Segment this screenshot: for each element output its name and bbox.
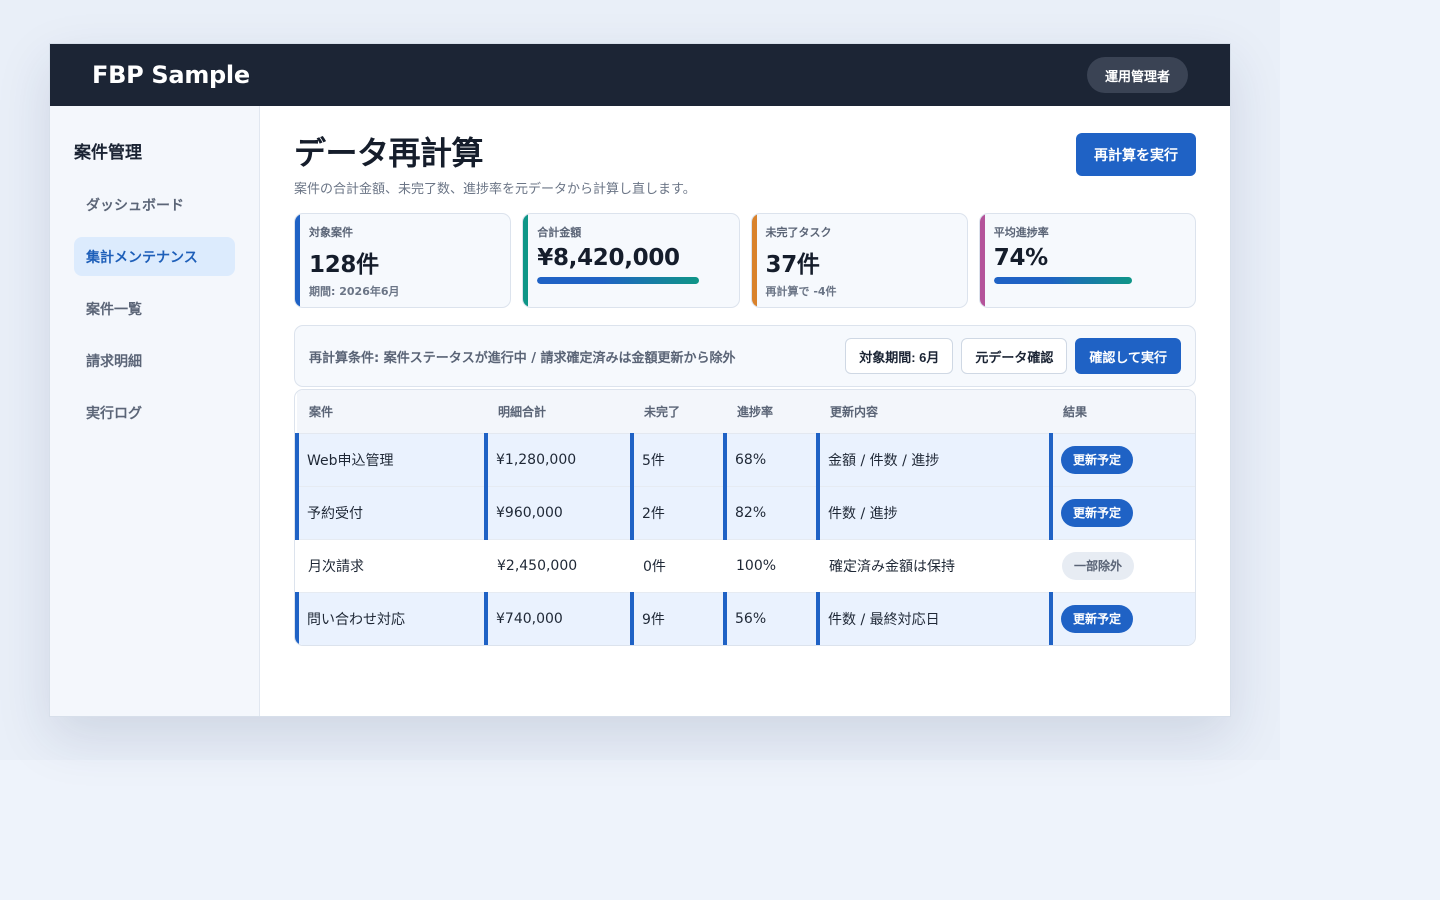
stat-value: 128件 — [309, 252, 379, 278]
stat-note: 期間: 2026年6月 — [309, 285, 400, 298]
result-cell: 更新予定 — [1049, 592, 1195, 645]
table-header-row: 案件 明細合計 未完了 進捗率 更新内容 結果 — [297, 390, 1195, 434]
stat-value: 37件 — [765, 252, 820, 278]
progress-fill — [537, 277, 699, 284]
recalculation-conditions: 再計算条件: 案件ステータスが進行中 / 請求確定済みは金額更新から除外 対象期… — [294, 325, 1196, 387]
progress-cell: 56% — [723, 592, 818, 645]
column-header-project: 案件 — [297, 390, 486, 434]
confirm-and-run-button[interactable]: 確認して実行 — [1075, 338, 1181, 374]
stat-value: 74% — [993, 245, 1048, 271]
sidebar-item-aggregation-maintenance[interactable]: 集計メンテナンス — [74, 237, 235, 276]
stat-accent — [751, 214, 757, 307]
table-row[interactable]: Web申込管理 ¥1,280,000 5件 68% 金額 / 件数 / 進捗 更… — [295, 433, 1195, 487]
sidebar-item-project-list[interactable]: 案件一覧 — [74, 289, 235, 328]
top-bar: FBP Sample 運用管理者 — [50, 44, 1230, 106]
stats-row: 対象案件 128件 期間: 2026年6月 合計金額 ¥8,420,000 未完… — [294, 213, 1196, 308]
stat-label: 対象案件 — [309, 226, 353, 239]
stat-value: ¥8,420,000 — [537, 245, 680, 271]
sidebar: 案件管理 ダッシュボード 集計メンテナンス 案件一覧 請求明細 実行ログ — [50, 106, 260, 716]
incomplete-cell: 9件 — [630, 592, 725, 645]
detail-total-cell: ¥1,280,000 — [484, 433, 632, 487]
status-badge: 更新予定 — [1061, 604, 1134, 633]
column-header-result: 結果 — [1051, 390, 1195, 434]
incomplete-cell: 0件 — [632, 539, 725, 593]
progress-cell: 82% — [723, 486, 818, 540]
update-content-cell: 件数 / 進捗 — [816, 486, 1051, 540]
progress-fill — [993, 277, 1133, 284]
result-cell: 一部除外 — [1051, 539, 1195, 593]
sidebar-item-dashboard[interactable]: ダッシュボード — [74, 185, 235, 224]
stat-card-target-projects: 対象案件 128件 期間: 2026年6月 — [294, 213, 512, 308]
update-content-cell: 確定済み金額は保持 — [818, 539, 1051, 593]
main-content: データ再計算 案件の合計金額、未完了数、進捗率を元データから計算し直します。 再… — [260, 106, 1230, 716]
detail-total-cell: ¥960,000 — [484, 486, 632, 540]
stat-accent — [523, 214, 529, 307]
stat-card-total-amount: 合計金額 ¥8,420,000 — [522, 213, 740, 308]
column-header-detail-total: 明細合計 — [486, 390, 632, 434]
progress-bar — [537, 277, 738, 284]
progress-bar — [993, 277, 1195, 284]
page-title: データ再計算 — [294, 134, 484, 172]
column-header-update-content: 更新内容 — [818, 390, 1051, 434]
incomplete-cell: 5件 — [630, 433, 725, 487]
project-name-cell: 予約受付 — [295, 486, 486, 540]
status-badge: 一部除外 — [1062, 551, 1135, 580]
recalculation-table: 案件 明細合計 未完了 進捗率 更新内容 結果 Web申込管理 ¥1,280,0… — [294, 389, 1196, 646]
detail-total-cell: ¥740,000 — [484, 592, 632, 645]
progress-cell: 68% — [723, 433, 818, 487]
stat-card-average-progress: 平均進捗率 74% — [978, 213, 1196, 308]
page-subtitle: 案件の合計金額、未完了数、進捗率を元データから計算し直します。 — [294, 182, 696, 197]
stat-label: 未完了タスク — [765, 226, 832, 239]
stat-label: 合計金額 — [537, 226, 582, 239]
run-recalculation-button[interactable]: 再計算を実行 — [1076, 133, 1196, 176]
table-row[interactable]: 予約受付 ¥960,000 2件 82% 件数 / 進捗 更新予定 — [295, 486, 1195, 540]
incomplete-cell: 2件 — [630, 486, 725, 540]
source-data-check-button[interactable]: 元データ確認 — [961, 338, 1068, 374]
stat-accent — [295, 214, 300, 307]
project-name-cell: 月次請求 — [297, 539, 486, 593]
result-cell: 更新予定 — [1049, 433, 1195, 487]
stat-accent — [979, 214, 985, 307]
target-period-button[interactable]: 対象期間: 6月 — [845, 338, 954, 374]
progress-cell: 100% — [725, 539, 818, 593]
table-row[interactable]: 問い合わせ対応 ¥740,000 9件 56% 件数 / 最終対応日 更新予定 — [295, 592, 1195, 645]
detail-total-cell: ¥2,450,000 — [486, 539, 632, 593]
column-header-incomplete: 未完了 — [632, 390, 725, 434]
status-badge: 更新予定 — [1061, 498, 1134, 527]
result-cell: 更新予定 — [1049, 486, 1195, 540]
stat-card-open-tasks: 未完了タスク 37件 再計算で -4件 — [750, 213, 968, 308]
conditions-text: 再計算条件: 案件ステータスが進行中 / 請求確定済みは金額更新から除外 — [309, 350, 736, 366]
sidebar-item-execution-log[interactable]: 実行ログ — [74, 393, 235, 432]
sidebar-item-billing-details[interactable]: 請求明細 — [74, 341, 235, 380]
user-role-button[interactable]: 運用管理者 — [1086, 57, 1188, 93]
table-row[interactable]: 月次請求 ¥2,450,000 0件 100% 確定済み金額は保持 一部除外 — [297, 539, 1195, 593]
project-name-cell: Web申込管理 — [295, 433, 486, 487]
brand-logo: FBP Sample — [92, 61, 250, 89]
update-content-cell: 金額 / 件数 / 進捗 — [816, 433, 1051, 487]
status-badge: 更新予定 — [1061, 445, 1134, 474]
stat-note: 再計算で -4件 — [765, 285, 837, 298]
project-name-cell: 問い合わせ対応 — [295, 592, 486, 645]
column-header-progress: 進捗率 — [725, 390, 818, 434]
update-content-cell: 件数 / 最終対応日 — [816, 592, 1051, 645]
sidebar-title: 案件管理 — [74, 143, 142, 163]
stat-label: 平均進捗率 — [993, 226, 1049, 239]
app-window: FBP Sample 運用管理者 案件管理 ダッシュボード 集計メンテナンス 案… — [49, 43, 1231, 717]
